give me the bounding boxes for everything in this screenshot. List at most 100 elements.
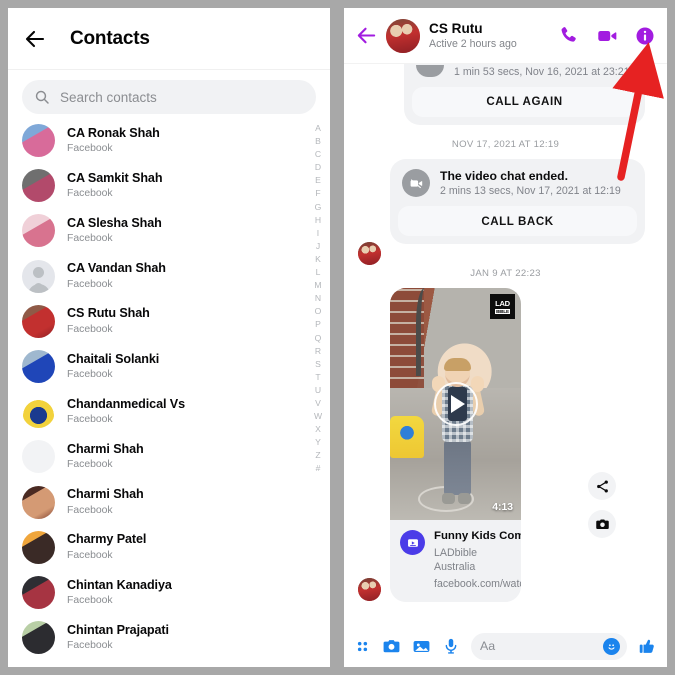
alpha-index-letter[interactable]: A	[315, 122, 321, 135]
image-icon[interactable]	[412, 637, 431, 656]
alpha-index-letter[interactable]: V	[315, 397, 321, 410]
alpha-index-letter[interactable]: T	[315, 371, 320, 384]
alpha-index-letter[interactable]: K	[315, 253, 321, 266]
watermark-line-1: LAD	[495, 298, 510, 308]
alpha-index-letter[interactable]: X	[315, 423, 321, 436]
alpha-index-letter[interactable]: B	[315, 135, 321, 148]
alpha-index-letter[interactable]: F	[315, 187, 320, 200]
chat-identity[interactable]: CS Rutu Active 2 hours ago	[429, 21, 558, 51]
avatar	[22, 124, 55, 158]
alpha-index-letter[interactable]: I	[317, 227, 319, 240]
video-attachment[interactable]: LAD BIBLE 4:13 Funny Kids Com LADbible A…	[390, 288, 521, 602]
contact-source: Facebook	[67, 414, 113, 426]
list-item[interactable]: Charmy Patel Facebook	[8, 525, 330, 570]
contact-list[interactable]: CA Ronak Shah Facebook CA Samkit Shah Fa…	[8, 118, 330, 667]
dual-phone-screenshot: Contacts CA Ronak Shah Facebook	[0, 0, 675, 675]
call-back-button[interactable]: CALL BACK	[398, 206, 637, 237]
list-item[interactable]: Chintan Prajapati Facebook	[8, 615, 330, 660]
watermark-line-2: BIBLE	[495, 308, 510, 314]
alpha-index-letter[interactable]: N	[315, 292, 321, 305]
call-status-icon	[416, 65, 444, 78]
message-composer	[344, 625, 667, 667]
alpha-index-letter[interactable]: Y	[315, 436, 321, 449]
info-circle-icon[interactable]	[635, 26, 655, 46]
alpha-index-letter[interactable]: S	[315, 358, 321, 371]
alpha-index-letter[interactable]: #	[316, 462, 321, 475]
background-decoration	[390, 416, 424, 459]
alpha-index-letter[interactable]: E	[315, 174, 321, 187]
avatar[interactable]	[358, 578, 381, 601]
play-circle-icon	[400, 530, 425, 556]
search-contacts-box[interactable]	[22, 80, 316, 114]
video-publisher: LADbible Australia	[434, 547, 477, 573]
list-item[interactable]: Chaitali Solanki Facebook	[8, 344, 330, 389]
chat-active-status: Active 2 hours ago	[429, 38, 517, 51]
alpha-index-letter[interactable]: H	[315, 214, 321, 227]
avatar[interactable]	[386, 18, 420, 53]
list-item[interactable]: CA Ronak Shah Facebook	[8, 118, 330, 163]
alpha-index-letter[interactable]: C	[315, 148, 321, 161]
smiley-icon[interactable]	[603, 637, 620, 655]
avatar[interactable]	[358, 242, 381, 266]
alpha-index-letter[interactable]: W	[314, 410, 322, 423]
alpha-index-letter[interactable]: L	[316, 266, 321, 279]
back-arrow-icon[interactable]	[22, 26, 48, 52]
share-icon[interactable]	[588, 472, 616, 500]
alpha-index-letter[interactable]: U	[315, 384, 321, 397]
contact-name: Charmy Patel	[67, 532, 147, 547]
list-item[interactable]: CA Vandan Shah Facebook	[8, 254, 330, 299]
contact-source: Facebook	[67, 549, 113, 561]
alpha-index-letter[interactable]: M	[314, 279, 321, 292]
message-input-container[interactable]	[471, 632, 627, 660]
list-item[interactable]: Charmi Shah Facebook	[8, 434, 330, 479]
list-item[interactable]: CS Rutu Shah Facebook	[8, 299, 330, 344]
call-duration-meta: 2 mins 13 secs, Nov 17, 2021 at 12:19	[440, 185, 621, 198]
video-camera-icon[interactable]	[596, 25, 618, 47]
alpha-index-letter[interactable]: P	[315, 318, 321, 331]
message-thread[interactable]: 1 min 53 secs, Nov 16, 2021 at 23:21 CAL…	[344, 64, 667, 625]
video-title: Funny Kids Compilation	[434, 530, 521, 543]
avatar-placeholder-icon	[22, 259, 55, 293]
microphone-icon[interactable]	[442, 637, 460, 655]
contact-source: Facebook	[67, 594, 113, 606]
alpha-index-letter[interactable]: Q	[315, 332, 322, 345]
call-log-title: The video chat ended.	[440, 168, 568, 183]
video-duration-badge: 4:13	[492, 502, 513, 514]
avatar	[22, 485, 55, 519]
play-video-button[interactable]	[433, 382, 478, 427]
phone-icon[interactable]	[558, 25, 579, 46]
avatar	[22, 575, 55, 609]
contact-source: Facebook	[67, 233, 113, 245]
video-link-preview[interactable]: Funny Kids Compilation LADbible Australi…	[390, 520, 521, 602]
avatar	[22, 395, 55, 429]
video-thumbnail[interactable]: LAD BIBLE 4:13	[390, 288, 521, 521]
contact-name: CS Rutu Shah	[67, 306, 150, 321]
camera-icon[interactable]	[588, 510, 616, 538]
chat-header-actions	[558, 25, 655, 47]
call-again-button[interactable]: CALL AGAIN	[412, 86, 637, 117]
list-item[interactable]: Chandanmedical Vs Facebook	[8, 389, 330, 434]
alpha-index-letter[interactable]: Z	[315, 449, 320, 462]
list-item[interactable]: Charmi Shah Facebook	[8, 480, 330, 525]
thumbs-up-icon[interactable]	[638, 637, 657, 656]
search-input[interactable]	[60, 89, 304, 105]
list-item[interactable]: CA Slesha Shah Facebook	[8, 208, 330, 253]
alpha-index-letter[interactable]: D	[315, 161, 321, 174]
contacts-header: Contacts	[8, 8, 330, 70]
chat-back-arrow-icon[interactable]	[354, 24, 378, 48]
alphabet-index[interactable]: A B C D E F G H I J K L M N O P Q R S T	[311, 122, 325, 476]
contact-source: Facebook	[67, 459, 113, 471]
page-title: Contacts	[70, 27, 150, 49]
grid-dots-icon[interactable]	[354, 638, 371, 655]
message-input[interactable]	[480, 639, 618, 653]
alpha-index-letter[interactable]: G	[315, 201, 322, 214]
camera-icon[interactable]	[382, 637, 401, 656]
list-item[interactable]: CA Samkit Shah Facebook	[8, 163, 330, 208]
alpha-index-letter[interactable]: J	[316, 240, 320, 253]
alpha-index-letter[interactable]: O	[315, 305, 322, 318]
list-item[interactable]: Chintan Kanadiya Facebook	[8, 570, 330, 615]
contact-name: Chandanmedical Vs	[67, 396, 185, 411]
avatar	[22, 169, 55, 203]
alpha-index-letter[interactable]: R	[315, 345, 321, 358]
contact-source: Facebook	[67, 504, 113, 516]
